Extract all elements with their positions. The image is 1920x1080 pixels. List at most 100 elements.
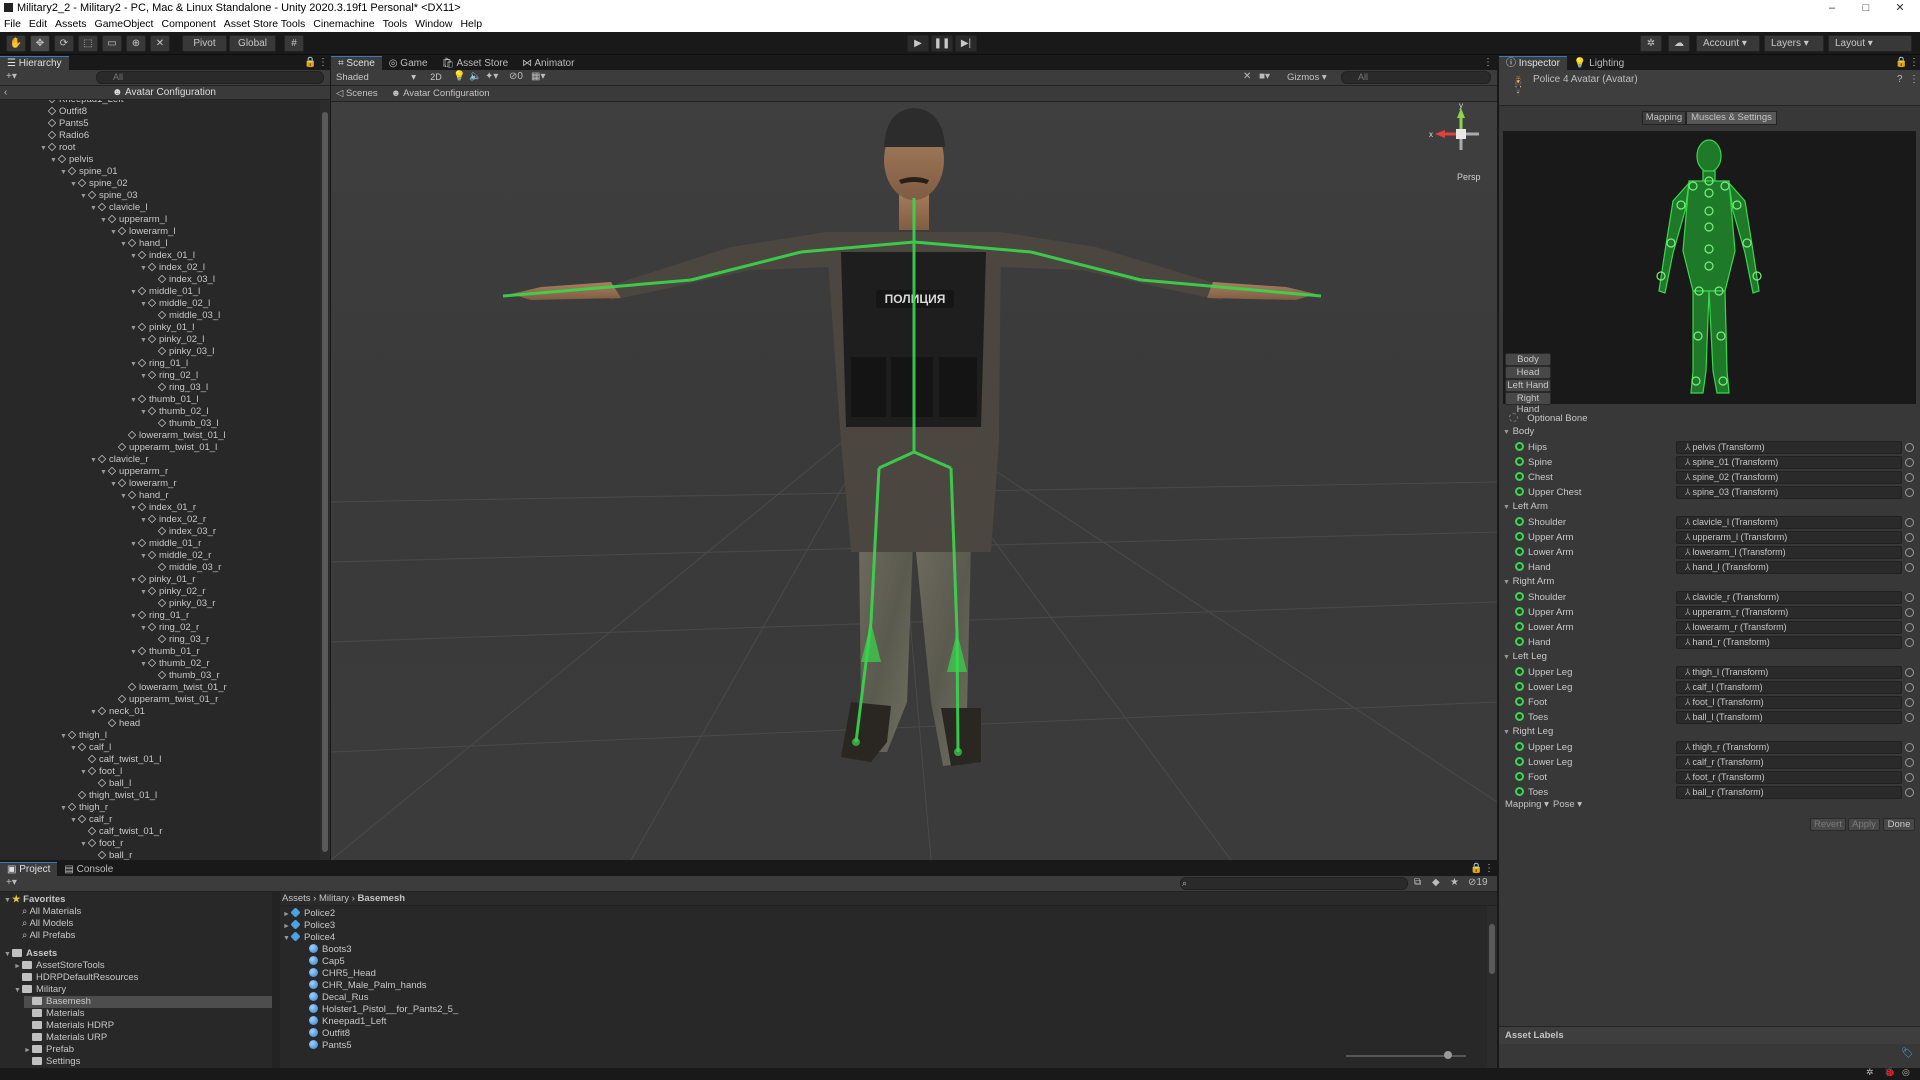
foldout-arrow-icon[interactable]: ▼ (80, 767, 88, 779)
foldout-arrow-icon[interactable]: ▼ (140, 587, 148, 599)
hierarchy-item[interactable]: ▼ lowerarm_l (110, 226, 175, 238)
bone-transform-field[interactable]: ⅄ ball_l (Transform) (1676, 711, 1902, 724)
hierarchy-item[interactable]: ▼ pinky_02_r (140, 586, 205, 598)
view-right-hand-button[interactable]: Right Hand (1505, 392, 1551, 415)
menu-gameobject[interactable]: GameObject (91, 16, 158, 32)
object-picker-icon[interactable] (1905, 533, 1914, 542)
hierarchy-item[interactable]: ▼ spine_02 (70, 178, 128, 190)
grid-toggle-icon[interactable]: ▦▾ (531, 71, 545, 82)
revert-button[interactable]: Revert (1810, 818, 1846, 831)
bone-transform-field[interactable]: ⅄ lowerarm_l (Transform) (1676, 546, 1902, 559)
custom-tool-icon[interactable]: ✕ (150, 35, 170, 52)
bone-transform-field[interactable]: ⅄ hand_r (Transform) (1676, 636, 1902, 649)
foldout-arrow-icon[interactable]: ▼ (130, 611, 138, 623)
foldout-arrow-icon[interactable]: ▼ (60, 167, 68, 179)
foldout-arrow-icon[interactable]: ▼ (110, 479, 118, 491)
scene-search-input[interactable]: All (1341, 71, 1491, 84)
foldout-arrow-icon[interactable]: ▼ (140, 263, 148, 275)
foldout-arrow-icon[interactable]: ▼ (130, 251, 138, 263)
view-left-hand-button[interactable]: Left Hand (1505, 379, 1551, 392)
bone-transform-field[interactable]: ⅄ thigh_l (Transform) (1676, 666, 1902, 679)
kebab-menu-icon[interactable]: ⋮ (318, 56, 328, 70)
bone-transform-field[interactable]: ⅄ calf_r (Transform) (1676, 756, 1902, 769)
hierarchy-item[interactable]: ▼ clavicle_l (90, 202, 148, 214)
menu-file[interactable]: File (0, 16, 25, 32)
audio-toggle-icon[interactable]: 🔈 (469, 71, 481, 82)
foldout-arrow-icon[interactable]: ▼ (90, 203, 98, 215)
back-arrow-icon[interactable]: ‹ (4, 86, 7, 100)
project-tree-scrollbar[interactable] (272, 892, 280, 1068)
foldout-arrow-icon[interactable]: ▼ (50, 155, 58, 167)
hierarchy-item[interactable]: ▼ foot_r (80, 838, 123, 850)
crumb-military[interactable]: Military (319, 893, 349, 904)
hierarchy-item[interactable]: ▼ pelvis (50, 154, 93, 166)
hierarchy-item[interactable]: middle_03_l (150, 310, 220, 322)
crumb-basemesh[interactable]: Basemesh (358, 893, 406, 904)
hierarchy-item[interactable]: pinky_03_r (150, 598, 215, 610)
hierarchy-item[interactable]: ▼ ring_01_l (130, 358, 188, 370)
object-picker-icon[interactable] (1905, 608, 1914, 617)
gizmos-dropdown[interactable]: Gizmos ▾ (1287, 71, 1337, 84)
project-asset[interactable]: Kneepad1_Left (301, 1016, 386, 1028)
progress-icon[interactable]: ✲ (1866, 1067, 1874, 1078)
settings-icon[interactable]: ⋮ (1909, 74, 1919, 85)
hierarchy-item[interactable]: thigh_twist_01_l (70, 790, 157, 802)
foldout-arrow-icon[interactable]: ▼ (70, 743, 78, 755)
assets-header[interactable]: ▼ Assets (4, 948, 57, 960)
hierarchy-item[interactable]: ▼ root (40, 142, 75, 154)
menu-tools[interactable]: Tools (379, 16, 412, 32)
scenes-crumb[interactable]: ◁ Scenes (336, 86, 378, 101)
hierarchy-item[interactable]: lowerarm_twist_01_r (120, 682, 227, 694)
tab-asset-store[interactable]: 🛍 Asset Store (435, 57, 516, 71)
project-add-icon[interactable]: +▾ (6, 877, 17, 888)
cloud-icon[interactable]: ☁ (1668, 35, 1690, 52)
tools-toggle-icon[interactable]: ✕ (1243, 71, 1251, 82)
hierarchy-item[interactable]: ▼ middle_02_l (140, 298, 210, 310)
hierarchy-item[interactable]: ▼ hand_r (120, 490, 169, 502)
foldout-arrow-icon[interactable]: ▼ (130, 575, 138, 587)
subtab-mapping[interactable]: Mapping (1642, 111, 1686, 125)
hierarchy-item[interactable]: Radio6 (40, 130, 89, 142)
avatar-config-crumb[interactable]: ☻ Avatar Configuration (391, 86, 490, 101)
favorite-all-models[interactable]: ⌕ All Models (22, 918, 73, 930)
foldout-arrow-icon[interactable]: ▼ (80, 191, 88, 203)
effects-toggle-icon[interactable]: ✦▾ (485, 71, 498, 82)
hierarchy-item[interactable]: thumb_03_r (150, 670, 220, 682)
hierarchy-item[interactable]: ▼ pinky_01_l (130, 322, 194, 334)
foldout-arrow-icon[interactable]: ▼ (130, 287, 138, 299)
menu-assets[interactable]: Assets (51, 16, 91, 32)
orientation-gizmo[interactable]: y x Persp (1429, 102, 1481, 182)
object-picker-icon[interactable] (1905, 563, 1914, 572)
hierarchy-item[interactable]: ▼ middle_02_r (140, 550, 211, 562)
hierarchy-item[interactable]: ▼ neck_01 (90, 706, 145, 718)
foldout-arrow-icon[interactable]: ▼ (140, 551, 148, 563)
project-lock-icon[interactable]: 🔒 (1470, 862, 1482, 876)
layers-dropdown[interactable]: Layers ▾ (1764, 35, 1824, 52)
scene-kebab-icon[interactable]: ⋮ (1483, 56, 1493, 70)
inspector-kebab-icon[interactable]: ⋮ (1909, 56, 1919, 70)
foldout-arrow-icon[interactable]: ▼ (130, 539, 138, 551)
hierarchy-item[interactable]: ▼ index_01_r (130, 502, 196, 514)
hierarchy-item[interactable]: ring_03_l (150, 382, 208, 394)
project-search-input[interactable] (1180, 877, 1408, 890)
tab-project[interactable]: ▣ Project (0, 862, 58, 876)
hierarchy-item[interactable]: ▼ calf_l (70, 742, 111, 754)
foldout-arrow-icon[interactable]: ▼ (140, 407, 148, 419)
hierarchy-item[interactable]: ▼ hand_l (120, 238, 168, 250)
tab-lighting[interactable]: 💡 Lighting (1567, 57, 1631, 71)
rotate-tool-icon[interactable]: ⟳ (54, 35, 74, 52)
add-icon[interactable]: +▾ (6, 71, 17, 82)
grid-snap-icon[interactable]: # (284, 35, 304, 52)
hierarchy-item[interactable]: ▼ ring_01_r (130, 610, 189, 622)
hierarchy-item[interactable]: ball_r (90, 850, 132, 860)
icon-size-slider-knob[interactable] (1444, 1051, 1452, 1059)
subtab-muscles[interactable]: Muscles & Settings (1686, 111, 1777, 125)
project-folder[interactable]: Materials (24, 1008, 85, 1020)
bone-transform-field[interactable]: ⅄ pelvis (Transform) (1676, 441, 1902, 454)
project-asset[interactable]: ▼ Police4 (283, 931, 335, 944)
hierarchy-item[interactable]: head (100, 718, 140, 730)
object-picker-icon[interactable] (1905, 683, 1914, 692)
menu-component[interactable]: Component (157, 16, 219, 32)
hierarchy-scrollbar[interactable] (320, 100, 330, 860)
menu-edit[interactable]: Edit (25, 16, 51, 32)
